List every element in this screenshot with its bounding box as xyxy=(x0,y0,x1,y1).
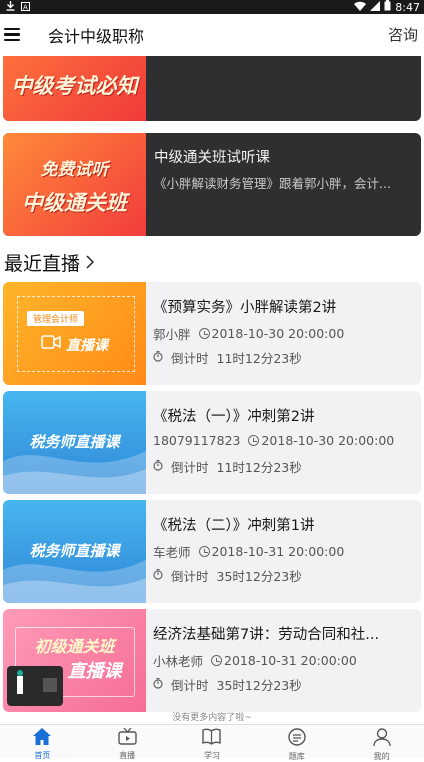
clock-icon xyxy=(248,435,260,446)
wifi-icon xyxy=(354,1,367,14)
tab-mine[interactable]: 我的 xyxy=(339,725,424,761)
course-title: 中级通关班试听课 xyxy=(154,150,270,166)
stopwatch-icon xyxy=(153,677,163,692)
course-subtitle: 《小胖解读财务管理》跟着郭小胖，会计... xyxy=(154,176,391,191)
tab-label: 首页 xyxy=(34,751,51,760)
live-thumbnail: 税务师直播课 xyxy=(3,391,146,494)
download-icon xyxy=(6,0,15,14)
tab-home[interactable]: 首页 xyxy=(0,725,85,760)
countdown-label: 倒计时 xyxy=(171,569,209,584)
teacher-name: 郭小胖 xyxy=(153,327,191,342)
end-of-list-note: 没有更多内容了啦~ xyxy=(172,713,252,723)
countdown-label: 倒计时 xyxy=(171,678,209,693)
live-title: 《税法（一）》冲刺第2讲 xyxy=(153,409,315,425)
course-thumbnail: 中级考试必知 xyxy=(3,56,146,121)
menu-icon[interactable] xyxy=(4,28,20,42)
tab-label: 我的 xyxy=(373,752,390,761)
countdown-label: 倒计时 xyxy=(171,460,209,475)
live-title: 《预算实务》小胖解读第2讲 xyxy=(153,300,337,316)
tab-question-bank[interactable]: 题库 xyxy=(254,725,339,761)
thumbnail-caption: 初级通关班 xyxy=(34,637,115,656)
course-card[interactable]: 免费试听 中级通关班 中级通关班试听课 《小胖解读财务管理》跟着郭小胖，会计..… xyxy=(3,133,421,236)
live-thumbnail: 税务师直播课 xyxy=(3,500,146,603)
live-datetime: 2018-10-30 20:00:00 xyxy=(261,433,395,448)
section-recent-live[interactable]: 最近直播 xyxy=(4,249,95,276)
tab-study[interactable]: 学习 xyxy=(170,725,255,760)
countdown-label: 倒计时 xyxy=(171,351,209,366)
signal-icon xyxy=(370,0,381,14)
live-list-item[interactable]: 管理会计师 直播课 《预算实务》小胖解读第2讲 郭小胖 2018-10-30 2… xyxy=(3,282,421,385)
live-thumbnail: 管理会计师 直播课 xyxy=(3,282,146,385)
status-bar: A 8:47 xyxy=(0,0,424,14)
main-content: 中级考试必知 免费试听 中级通关班 中级通关班试听课 《小胖解读财务管理》跟着郭… xyxy=(0,56,424,724)
tab-label: 学习 xyxy=(203,751,220,760)
live-camera-badge-icon xyxy=(7,666,63,706)
home-icon xyxy=(33,728,52,749)
clock-icon xyxy=(211,655,223,666)
tv-icon xyxy=(117,727,137,749)
thumbnail-caption: 税务师直播课 xyxy=(29,433,120,451)
thumbnail-caption: 税务师直播课 xyxy=(29,542,120,560)
thumbnail-caption: 免费试听 xyxy=(40,160,109,180)
clock-icon xyxy=(198,546,210,557)
stopwatch-icon xyxy=(153,568,163,583)
course-card[interactable]: 中级考试必知 xyxy=(3,56,421,121)
battery-icon xyxy=(384,0,391,14)
tab-live[interactable]: 直播 xyxy=(85,725,170,760)
clock-icon xyxy=(198,328,210,339)
teacher-name: 18079117823 xyxy=(153,433,241,448)
countdown-value: 35时12分23秒 xyxy=(216,569,302,584)
live-thumbnail: 初级通关班 直播课 xyxy=(3,609,146,712)
live-datetime: 2018-10-30 20:00:00 xyxy=(211,326,345,341)
section-title: 最近直播 xyxy=(4,253,81,275)
live-title: 经济法基础第7讲：劳动合同和社... xyxy=(153,627,380,643)
stopwatch-icon xyxy=(153,350,163,365)
live-list-item[interactable]: 税务师直播课 《税法（二）》冲刺第1讲 车老师 2018-10-31 20:00… xyxy=(3,500,421,603)
clock-time: 8:47 xyxy=(395,0,420,14)
notification-icon: A xyxy=(21,1,30,14)
chevron-right-icon xyxy=(86,252,95,274)
thumbnail-caption: 直播课 xyxy=(66,338,108,354)
tab-label: 题库 xyxy=(288,752,305,761)
live-datetime: 2018-10-31 20:00:00 xyxy=(224,653,357,668)
live-list-item[interactable]: 税务师直播课 《税法（一）》冲刺第2讲 18079117823 2018-10-… xyxy=(3,391,421,494)
svg-text:A: A xyxy=(23,3,28,11)
live-datetime: 2018-10-31 20:00:00 xyxy=(211,544,345,559)
course-thumbnail: 免费试听 中级通关班 xyxy=(3,133,146,236)
app-bar: 会计中级职称 咨询 xyxy=(0,14,424,56)
countdown-value: 11时12分23秒 xyxy=(216,351,302,366)
person-icon xyxy=(372,728,391,750)
countdown-value: 11时12分23秒 xyxy=(216,460,302,475)
teacher-name: 小林老师 xyxy=(153,654,204,669)
consult-button[interactable]: 咨询 xyxy=(388,24,418,45)
stopwatch-icon xyxy=(153,459,163,474)
live-title: 《税法（二）》冲刺第1讲 xyxy=(153,518,315,534)
tab-label: 直播 xyxy=(119,751,136,760)
thumbnail-caption: 中级考试必知 xyxy=(11,74,138,98)
bottom-tab-bar: 首页 直播 学习 题库 我的 xyxy=(0,724,424,761)
page-title: 会计中级职称 xyxy=(48,27,145,46)
countdown-value: 35时12分23秒 xyxy=(216,678,302,693)
live-list-item[interactable]: 初级通关班 直播课 经济法基础第7讲：劳动合同和社... 小林老师 2018-1… xyxy=(3,609,421,712)
book-icon xyxy=(202,728,222,749)
teacher-name: 车老师 xyxy=(153,545,191,560)
video-camera-icon xyxy=(41,334,61,354)
question-bank-icon xyxy=(288,728,306,750)
thumbnail-caption: 中级通关班 xyxy=(22,191,127,215)
thumbnail-badge: 管理会计师 xyxy=(27,311,85,326)
